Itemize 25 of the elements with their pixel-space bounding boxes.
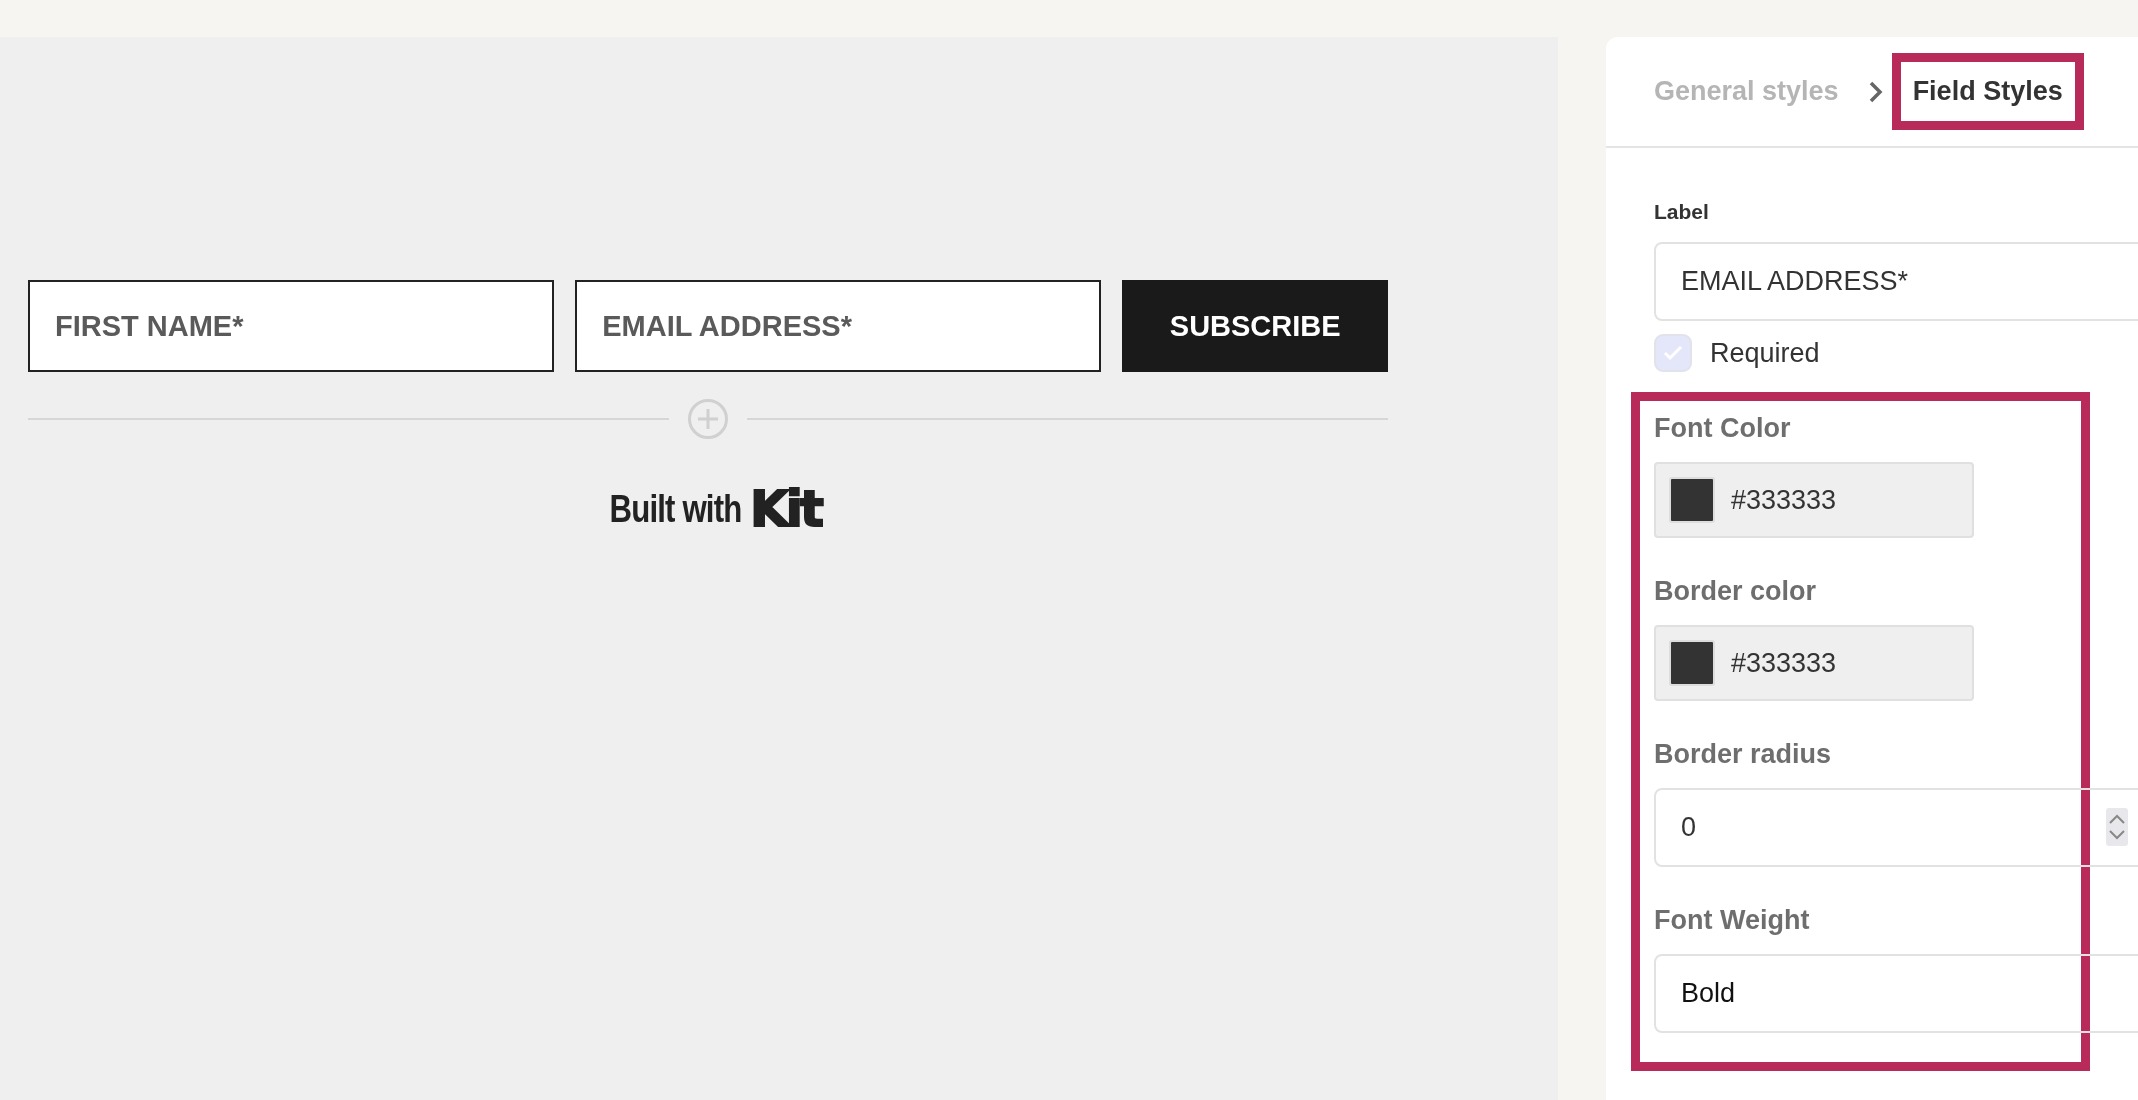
color-field[interactable]: #333333 bbox=[1654, 625, 1974, 701]
color-swatch[interactable] bbox=[1669, 640, 1715, 686]
chevron-right-icon bbox=[1867, 79, 1884, 104]
form-input-field[interactable]: FIRST NAME* bbox=[28, 280, 555, 372]
color-swatch[interactable] bbox=[1669, 477, 1715, 523]
field-label: Label bbox=[1654, 200, 1709, 224]
field-label: Font Weight bbox=[1654, 905, 1810, 936]
number-input-field[interactable]: 0 bbox=[1654, 788, 2138, 867]
select-field[interactable]: Bold bbox=[1654, 954, 2138, 1033]
field-label: Font Color bbox=[1654, 413, 1791, 444]
field-label: Border radius bbox=[1654, 739, 1832, 770]
kit-logo[interactable]: Kit bbox=[750, 480, 821, 538]
color-value: #333333 bbox=[1731, 484, 1837, 516]
color-field[interactable]: #333333 bbox=[1654, 462, 1974, 538]
form-input-field[interactable]: EMAIL ADDRESS* bbox=[575, 280, 1102, 372]
required-checkbox[interactable] bbox=[1654, 334, 1692, 372]
checkmark-icon bbox=[1663, 345, 1683, 361]
field-label: Border color bbox=[1654, 576, 1817, 607]
color-value: #333333 bbox=[1731, 647, 1837, 679]
subscribe-button[interactable]: SUBSCRIBE bbox=[1122, 280, 1388, 372]
required-label: Required bbox=[1710, 337, 1820, 369]
spinner-icon[interactable] bbox=[2106, 808, 2128, 846]
breadcrumb-item[interactable]: Field Styles bbox=[1891, 53, 2084, 130]
built-with-text: Built with bbox=[609, 487, 742, 531]
label-input-field[interactable]: EMAIL ADDRESS* bbox=[1654, 242, 2138, 321]
